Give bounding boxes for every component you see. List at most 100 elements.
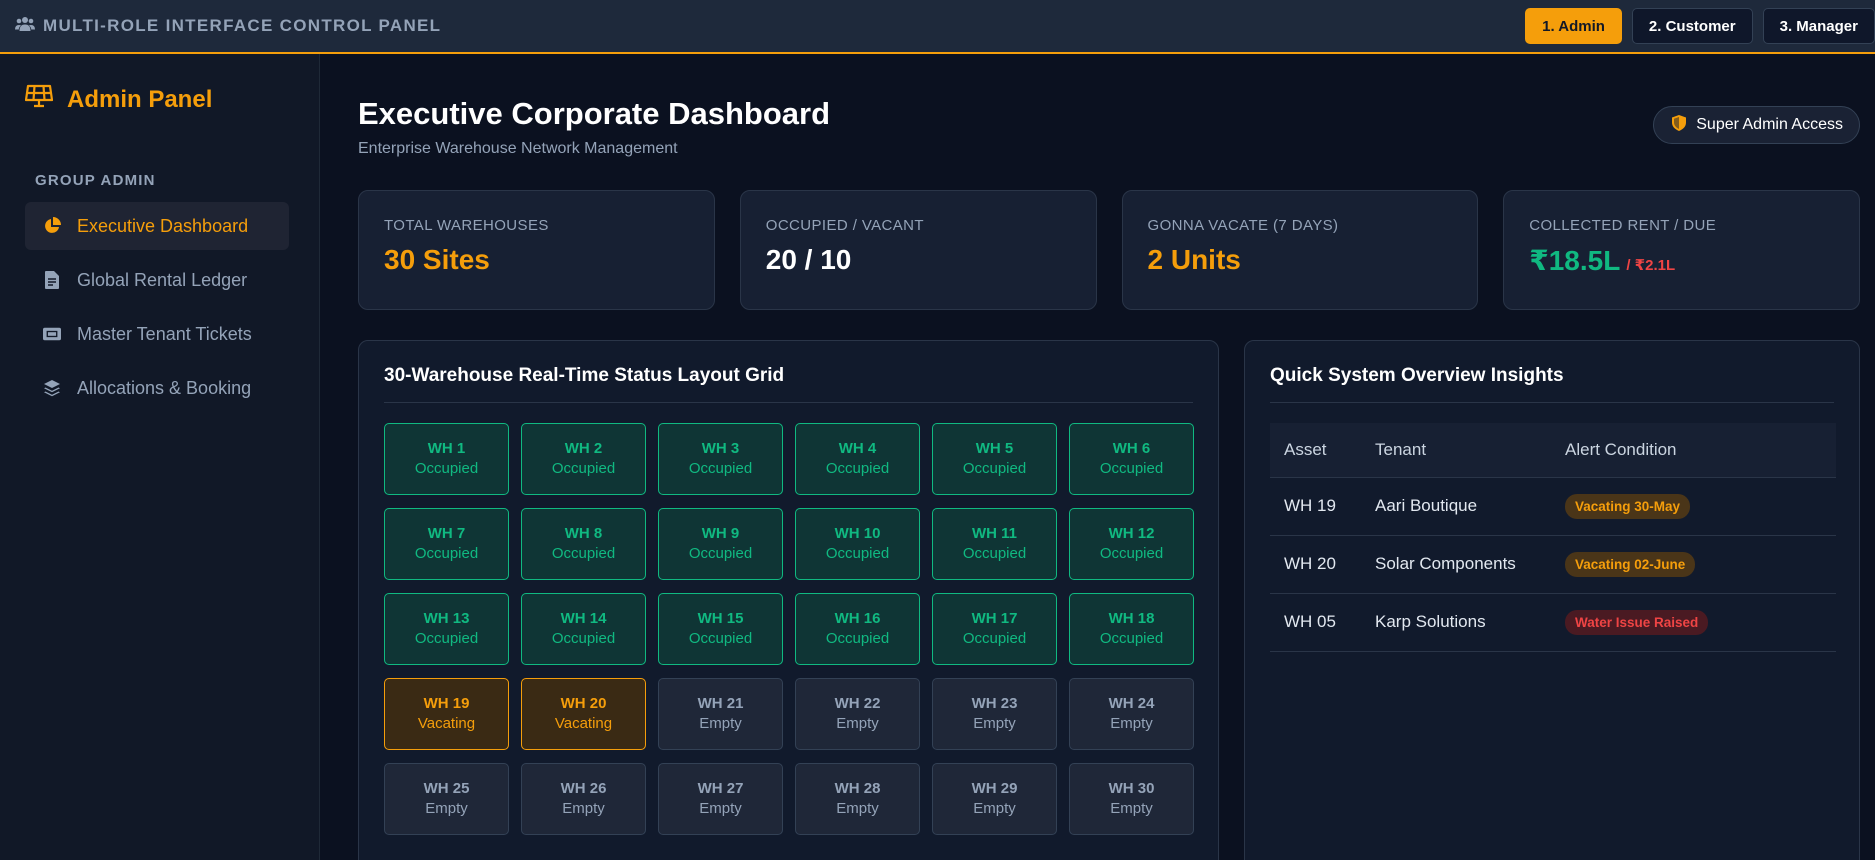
warehouse-name: WH 10 (834, 525, 881, 542)
sidebar-item-label: Master Tenant Tickets (77, 323, 252, 344)
insights-table: Asset Tenant Alert Condition WH 19 Aari B… (1270, 423, 1836, 652)
warehouse-tile[interactable]: WH 27 Empty (658, 763, 783, 835)
stat-label: GONNA VACATE (7 DAYS) (1147, 217, 1339, 234)
warehouse-name: WH 3 (701, 440, 740, 457)
warehouse-name: WH 13 (423, 610, 470, 627)
warehouse-tile[interactable]: WH 1 Occupied (384, 423, 509, 495)
warehouse-tile[interactable]: WH 13 Occupied (384, 593, 509, 665)
warehouse-status: Occupied (1099, 630, 1164, 647)
shield-icon (1672, 114, 1687, 136)
warehouse-tile[interactable]: WH 12 Occupied (1069, 508, 1194, 580)
warehouse-status: Vacating (417, 715, 476, 732)
warehouse-tile[interactable]: WH 11 Occupied (932, 508, 1057, 580)
stat-label: TOTAL WAREHOUSES (384, 217, 549, 234)
warehouse-tile[interactable]: WH 9 Occupied (658, 508, 783, 580)
divider (384, 402, 1193, 403)
warehouse-tile[interactable]: WH 4 Occupied (795, 423, 920, 495)
warehouse-tile[interactable]: WH 7 Occupied (384, 508, 509, 580)
warehouse-tile[interactable]: WH 24 Empty (1069, 678, 1194, 750)
table-row: WH 19 Aari Boutique Vacating 30-May (1270, 476, 1836, 535)
table-row: WH 20 Solar Components Vacating 02-June (1270, 534, 1836, 593)
warehouse-name: WH 7 (427, 525, 466, 542)
cell-alert: Vacating 30-May (1551, 476, 1836, 535)
stat-card-collected-rent: COLLECTED RENT / DUE ₹18.5L / ₹2.1L (1503, 190, 1860, 310)
warehouse-tile[interactable]: WH 5 Occupied (932, 423, 1057, 495)
role-admin-button[interactable]: 1. Admin (1525, 8, 1622, 44)
warehouse-tile[interactable]: WH 19 Vacating (384, 678, 509, 750)
warehouse-tile[interactable]: WH 20 Vacating (521, 678, 646, 750)
insights-title: Quick System Overview Insights (1270, 365, 1564, 386)
warehouse-status: Occupied (688, 460, 753, 477)
alert-badge: Water Issue Raised (1565, 609, 1709, 635)
warehouse-name: WH 23 (971, 695, 1018, 712)
sidebar-item-allocations-booking[interactable]: Allocations & Booking (25, 364, 289, 412)
warehouse-status: Empty (562, 800, 605, 817)
sidebar-item-global-rental-ledger[interactable]: Global Rental Ledger (25, 256, 289, 304)
warehouse-tile[interactable]: WH 15 Occupied (658, 593, 783, 665)
warehouse-tile[interactable]: WH 18 Occupied (1069, 593, 1194, 665)
warehouse-tile[interactable]: WH 17 Occupied (932, 593, 1057, 665)
app-title: MULTI-ROLE INTERFACE CONTROL PANEL (43, 16, 442, 35)
warehouse-status: Occupied (962, 545, 1027, 562)
warehouse-status: Empty (699, 800, 742, 817)
sidebar-item-label: Executive Dashboard (77, 215, 249, 236)
stat-value: ₹18.5L / ₹2.1L (1529, 244, 1834, 277)
top-bar: MULTI-ROLE INTERFACE CONTROL PANEL 1. Ad… (0, 0, 1875, 54)
warehouse-status: Occupied (414, 630, 479, 647)
warehouse-tile[interactable]: WH 2 Occupied (521, 423, 646, 495)
warehouse-tile[interactable]: WH 3 Occupied (658, 423, 783, 495)
warehouse-name: WH 22 (834, 695, 881, 712)
role-manager-button[interactable]: 3. Manager (1762, 8, 1875, 44)
stat-card-total-warehouses: TOTAL WAREHOUSES 30 Sites (358, 190, 715, 310)
access-badge: Super Admin Access (1653, 106, 1860, 144)
warehouse-tile[interactable]: WH 16 Occupied (795, 593, 920, 665)
warehouse-name: WH 28 (834, 780, 881, 797)
warehouse-status: Occupied (962, 460, 1027, 477)
warehouse-name: WH 27 (697, 780, 744, 797)
main-content: Executive Corporate Dashboard Enterprise… (320, 54, 1875, 860)
cell-alert: Vacating 02-June (1551, 534, 1836, 593)
warehouse-tile[interactable]: WH 10 Occupied (795, 508, 920, 580)
warehouse-status: Empty (973, 715, 1016, 732)
warehouse-name: WH 26 (560, 780, 607, 797)
warehouse-tile[interactable]: WH 30 Empty (1069, 763, 1194, 835)
warehouse-tile[interactable]: WH 21 Empty (658, 678, 783, 750)
warehouse-tile[interactable]: WH 25 Empty (384, 763, 509, 835)
warehouse-tile[interactable]: WH 14 Occupied (521, 593, 646, 665)
cell-tenant: Aari Boutique (1361, 476, 1551, 535)
warehouse-tile[interactable]: WH 26 Empty (521, 763, 646, 835)
warehouse-name: WH 12 (1108, 525, 1155, 542)
stat-value-text: 2 Units (1147, 244, 1241, 275)
stat-value: 2 Units (1148, 244, 1453, 276)
warehouse-tile[interactable]: WH 23 Empty (932, 678, 1057, 750)
alert-badge: Vacating 30-May (1565, 493, 1691, 519)
warehouse-name: WH 9 (701, 525, 740, 542)
sidebar-title: Admin Panel (67, 85, 213, 113)
warehouse-tile[interactable]: WH 22 Empty (795, 678, 920, 750)
insights-table-body: WH 19 Aari Boutique Vacating 30-May WH 20 So… (1270, 476, 1836, 652)
invoice-icon (43, 271, 61, 289)
warehouse-tile[interactable]: WH 28 Empty (795, 763, 920, 835)
warehouse-tile[interactable]: WH 8 Occupied (521, 508, 646, 580)
warehouse-status: Occupied (1099, 545, 1164, 562)
warehouse-status: Occupied (962, 630, 1027, 647)
warehouse-tile[interactable]: WH 29 Empty (932, 763, 1057, 835)
warehouse-name: WH 21 (697, 695, 744, 712)
table-header-row: Asset Tenant Alert Condition (1270, 423, 1836, 477)
warehouse-name: WH 15 (697, 610, 744, 627)
sidebar-item-master-tenant-tickets[interactable]: Master Tenant Tickets (25, 310, 289, 358)
stat-value: 20 / 10 (766, 244, 1071, 276)
warehouse-status: Occupied (551, 630, 616, 647)
warehouse-name: WH 14 (560, 610, 607, 627)
layers-icon (43, 379, 61, 397)
warehouse-tile[interactable]: WH 6 Occupied (1069, 423, 1194, 495)
warehouse-name: WH 11 (971, 525, 1017, 542)
app-brand: MULTI-ROLE INTERFACE CONTROL PANEL (15, 16, 441, 37)
warehouse-grid-card: 30-Warehouse Real-Time Status Layout Gri… (358, 340, 1219, 860)
stat-value-due: / ₹2.1L (1626, 257, 1676, 274)
sidebar-item-executive-dashboard[interactable]: Executive Dashboard (25, 202, 289, 250)
role-customer-button[interactable]: 2. Customer (1631, 8, 1753, 44)
warehouse-status: Occupied (414, 545, 479, 562)
stat-label: OCCUPIED / VACANT (765, 217, 924, 234)
warehouse-name: WH 1 (427, 440, 466, 457)
